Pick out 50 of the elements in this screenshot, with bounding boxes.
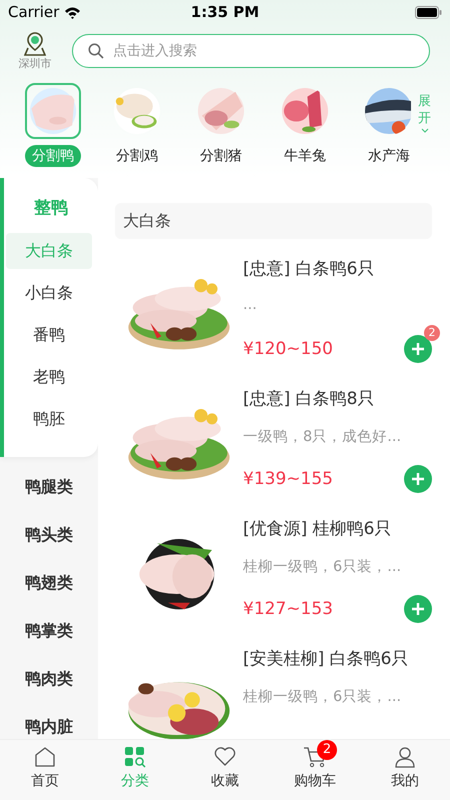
sidebar-item[interactable]: 鸭肉类 [25, 668, 73, 690]
location-pin-icon[interactable] [24, 32, 46, 56]
wifi-icon [64, 6, 82, 18]
product-price: ¥139~155 [243, 469, 333, 489]
plus-icon [411, 472, 425, 486]
category-grid-icon [124, 746, 146, 768]
product-title[interactable]: [忠意] 白条鸭6只 [243, 257, 432, 285]
category-tab[interactable]: 牛羊兔 [277, 145, 333, 167]
sidebar-item[interactable]: 鸭内脏 [25, 716, 73, 738]
category-tab[interactable]: 水产海 [361, 145, 411, 167]
person-icon [394, 746, 416, 768]
search-field[interactable]: 点击进入搜索 [72, 34, 430, 68]
carrier-label: Carrier [8, 3, 60, 21]
battery-icon [415, 6, 442, 18]
plus-icon [411, 342, 425, 356]
product-title[interactable]: [安美桂柳] 白条鸭6只 [243, 647, 432, 675]
product-price: ¥127~153 [243, 599, 333, 619]
product-description: 一级鸭，8只，成色好... [243, 428, 402, 447]
add-to-cart-button[interactable] [404, 465, 432, 493]
product-description: 桂柳一级鸭，6只装，... [243, 558, 402, 577]
cart-count-badge: 2 [317, 740, 337, 760]
subcategory-item[interactable]: 鸭胚 [6, 401, 92, 437]
product-title[interactable]: [优食源] 桂柳鸭6只 [243, 517, 432, 545]
status-time: 1:35 PM [190, 3, 260, 21]
category-tab[interactable]: 分割鸡 [109, 145, 165, 167]
home-icon [34, 746, 56, 768]
sidebar-item[interactable]: 鸭腿类 [25, 476, 73, 498]
plus-icon [411, 602, 425, 616]
product-description: 桂柳一级鸭，6只装，... [243, 688, 402, 707]
product-description: ... [243, 297, 258, 315]
count-badge: 2 [424, 325, 440, 341]
sidebar-item[interactable]: 鸭掌类 [25, 620, 73, 642]
tab-item[interactable]: 首页 [0, 740, 90, 800]
category-tab[interactable]: 分割猪 [193, 145, 249, 167]
tab-item[interactable]: 收藏 [180, 740, 270, 800]
subcategory-item[interactable]: 番鸭 [6, 317, 92, 353]
section-title: 大白条 [115, 203, 432, 239]
add-to-cart-button[interactable] [404, 595, 432, 623]
tab-item[interactable]: 我的 [360, 740, 450, 800]
chevron-down-icon [420, 128, 428, 133]
tab-item[interactable]: 2 购物车 [270, 740, 360, 800]
product-price: ¥120~150 [243, 339, 333, 359]
sidebar-item[interactable]: 鸭头类 [25, 524, 73, 546]
search-icon [88, 43, 104, 59]
subcategory-item[interactable]: 老鸭 [6, 359, 92, 395]
subcategory-item[interactable]: 小白条 [6, 275, 92, 311]
heart-icon [214, 746, 236, 766]
product-title[interactable]: [忠意] 白条鸭8只 [243, 387, 432, 415]
sidebar-item[interactable]: 鸭翅类 [25, 572, 73, 594]
add-to-cart-button[interactable] [404, 335, 432, 363]
